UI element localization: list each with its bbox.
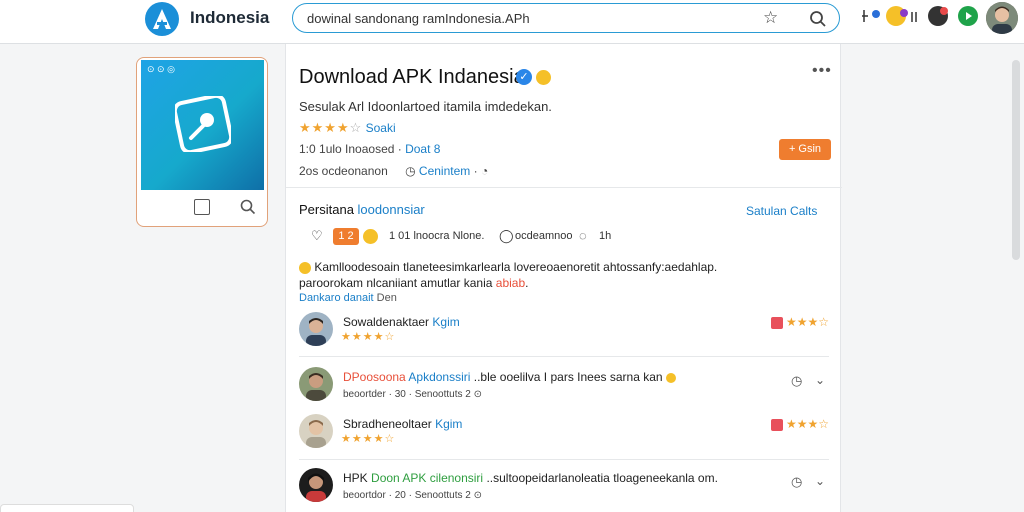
para-emoji-icon <box>299 261 311 274</box>
top-bar: Indonesia ☆ <box>0 0 1024 44</box>
reviewer-avatar[interactable] <box>299 468 333 502</box>
info-link[interactable]: Cenintem <box>419 164 470 178</box>
reaction-count-badge[interactable]: 1 2 <box>333 228 359 245</box>
microphone-icon <box>175 96 231 152</box>
app-info-line: 2os ocdeonanon ◷ Cenintem · ◔ <box>299 164 489 178</box>
bottom-tab[interactable] <box>0 504 134 512</box>
reviewer-avatar[interactable] <box>299 312 333 346</box>
see-all-link[interactable]: Satulan Calts <box>746 204 817 218</box>
rating-text[interactable]: Soaki <box>366 121 396 135</box>
share-count: 1h <box>599 230 612 242</box>
notification-dot-icon <box>872 10 880 18</box>
share-icon[interactable]: ◌ <box>579 228 587 243</box>
app-rating: ★★★★☆ Soaki <box>299 120 396 135</box>
review-meta: beoortder · 30 · Senoottuts 2 ⊙ <box>343 389 483 400</box>
square-icon[interactable] <box>194 199 210 215</box>
flag-icon <box>770 418 783 431</box>
reviewer-name: HPK Doon APK cilenonsiri ..sultoopeidarl… <box>343 471 718 485</box>
flag-icon <box>770 316 783 329</box>
reviewer-avatar[interactable] <box>299 414 333 448</box>
review-item[interactable]: DPoosoona Apkdonssiri ..ble ooelilva I p… <box>299 367 829 407</box>
heart-icon[interactable]: ♡ <box>311 228 323 244</box>
verified-icon: ✓ <box>516 69 532 85</box>
user-avatar[interactable] <box>986 2 1018 34</box>
menu-icon[interactable] <box>910 6 922 26</box>
app-stats-line: 1:0 1ulo Inoaosed · Doat 8 <box>299 142 441 156</box>
review-stars-icon: ★★★★☆ <box>341 331 396 343</box>
search-bar[interactable]: ☆ <box>292 3 840 33</box>
reviewer-avatar[interactable] <box>299 367 333 401</box>
app-detail-panel: Download APK Indanesia ✓ ••• Sesulak Arl… <box>285 44 842 512</box>
star-icon[interactable]: ☆ <box>763 8 778 28</box>
clock-icon[interactable]: ◷ <box>791 474 802 490</box>
app-description: Sesulak Arl Idoonlartoed itamila imdedek… <box>299 99 552 114</box>
review-rating-right: ★★★☆ <box>770 315 829 329</box>
section-divider <box>286 187 842 188</box>
review-stars-icon: ★★★★☆ <box>341 433 396 445</box>
review-rating-right: ★★★☆ <box>770 417 829 431</box>
paragraph-sub: Dankaro danait Den <box>299 292 397 304</box>
more-options-icon[interactable]: ••• <box>812 62 832 80</box>
review-item[interactable]: Sowaldenaktaer Kgim ★★★★☆ ★★★☆ <box>299 312 829 352</box>
review-item[interactable]: HPK Doon APK cilenonsiri ..sultoopeidarl… <box>299 468 829 508</box>
clock-icon: ◷ <box>405 164 416 178</box>
page-scrollbar[interactable] <box>1012 60 1020 260</box>
reviewer-name: DPoosoona Apkdonssiri ..ble ooelilva I p… <box>343 370 676 384</box>
stat-link[interactable]: Doat 8 <box>405 142 440 156</box>
info-small-icon: · ◔ <box>473 164 489 178</box>
hand-emoji-icon <box>665 372 676 383</box>
review-divider <box>299 356 829 357</box>
review-divider <box>299 459 829 460</box>
badge-dot-icon <box>900 9 908 17</box>
review-actions: ◷ ⌄ <box>791 474 825 491</box>
search-input[interactable] <box>307 9 747 27</box>
brand-title[interactable]: Indonesia <box>190 8 269 28</box>
comment-text: ocdeamnoo <box>515 230 573 242</box>
card-mini-icons: ⊙ ⊙ ◎ <box>147 64 175 74</box>
card-search-icon[interactable] <box>240 199 256 220</box>
play-icon[interactable] <box>958 6 978 26</box>
smile-emoji-icon <box>536 70 551 85</box>
review-actions: ◷ ⌄ <box>791 373 825 390</box>
app-title: Download APK Indanesia <box>299 66 525 88</box>
review-paragraph: Kamlloodesoain tlaneteesimkarlearla love… <box>299 260 718 290</box>
reviews-title: Persitana loodonnsiar <box>299 202 425 217</box>
reviewer-name: Sbradheneoltaer Kgim <box>343 417 463 431</box>
chevron-down-icon[interactable]: ⌄ <box>815 474 825 488</box>
review-item[interactable]: Sbradheneoltaer Kgim ★★★★☆ ★★★☆ <box>299 414 829 454</box>
rating-stars-icon: ★★★★ <box>299 120 350 135</box>
clock-icon[interactable]: ◷ <box>791 373 802 389</box>
alert-dot-icon <box>940 7 948 15</box>
app-icon-image: ⊙ ⊙ ◎ <box>141 60 264 190</box>
comment-icon[interactable]: ◯ <box>499 228 514 244</box>
reaction-emoji-icon[interactable] <box>363 229 378 244</box>
search-icon[interactable] <box>809 10 827 33</box>
install-button[interactable]: + Gsin <box>779 139 831 160</box>
app-icon-card[interactable]: ⊙ ⊙ ◎ <box>136 57 268 227</box>
reviewer-name: Sowaldenaktaer Kgim <box>343 315 460 329</box>
app-logo-icon[interactable] <box>145 2 179 36</box>
review-meta: beoortdor · 20 · Senoottuts 2 ⊙ <box>343 490 483 501</box>
reaction-text: 1 01 lnoocra Nlone. <box>389 230 485 242</box>
chevron-down-icon[interactable]: ⌄ <box>815 373 825 387</box>
